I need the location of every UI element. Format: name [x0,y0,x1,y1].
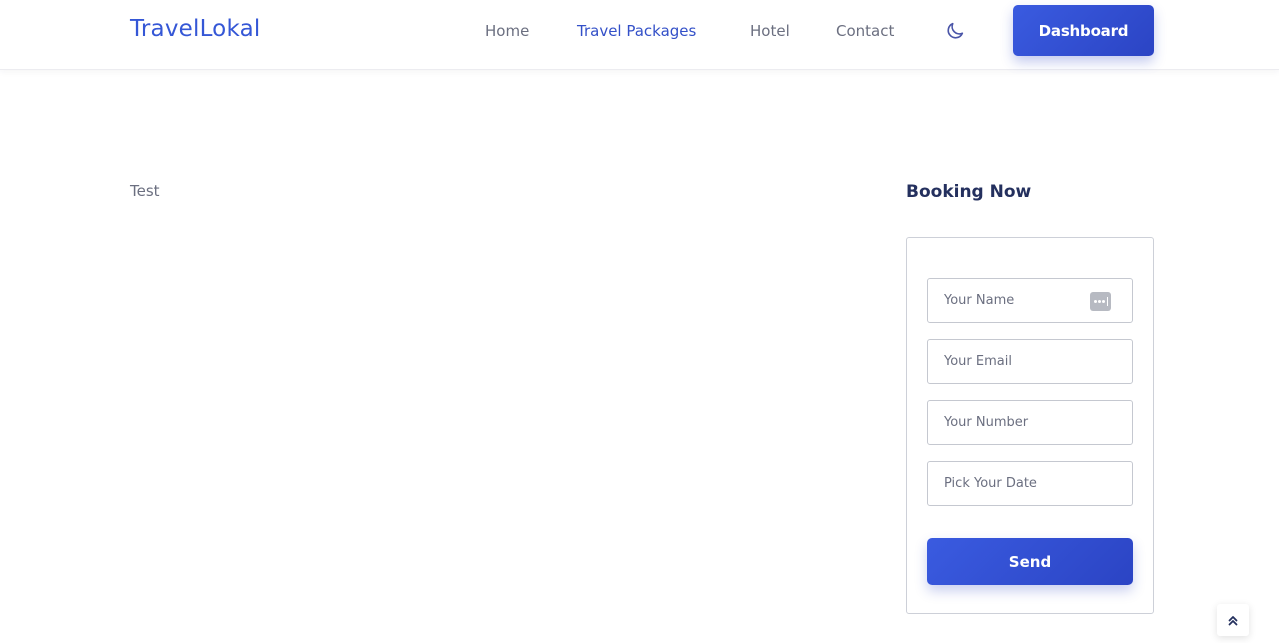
booking-form: Send [906,237,1154,614]
send-button[interactable]: Send [927,538,1133,585]
site-header: TravelLokal Home Travel Packages Hotel C… [0,0,1279,70]
nav-contact[interactable]: Contact [836,22,894,40]
booking-title: Booking Now [906,182,1032,202]
date-field-wrapper [927,461,1133,506]
double-chevron-up-icon [1228,616,1238,626]
number-input[interactable] [928,401,1132,444]
brand-logo[interactable]: TravelLokal [130,16,260,42]
nav-travel-packages[interactable]: Travel Packages [577,22,696,40]
moon-icon[interactable] [944,20,966,42]
email-field-wrapper [927,339,1133,384]
package-content: Test [130,182,160,200]
email-input[interactable] [928,340,1132,383]
nav-hotel[interactable]: Hotel [750,22,790,40]
date-input[interactable] [928,462,1132,505]
password-manager-icon[interactable] [1090,292,1111,311]
nav-home[interactable]: Home [485,22,529,40]
dashboard-button[interactable]: Dashboard [1013,5,1154,56]
scroll-to-top-button[interactable] [1217,604,1249,636]
number-field-wrapper [927,400,1133,445]
name-field-wrapper [927,278,1133,323]
